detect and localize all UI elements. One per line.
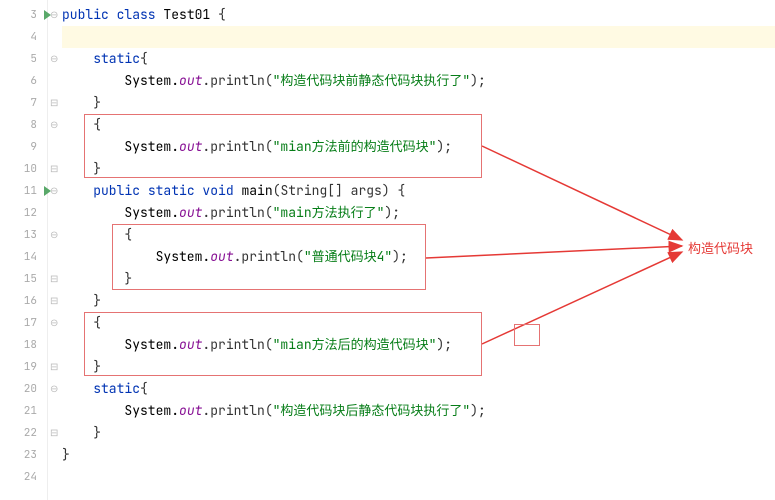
line-number: 20	[0, 378, 47, 400]
fold-icon[interactable]: ⊖	[50, 319, 58, 327]
code-line[interactable]: System.out.println("构造代码块前静态代码块执行了");	[62, 70, 775, 92]
line-number: 22	[0, 422, 47, 444]
code-line[interactable]	[62, 466, 775, 488]
line-number: 7	[0, 92, 47, 114]
code-line[interactable]: System.out.println("main方法执行了");	[62, 202, 775, 224]
line-number: 12	[0, 202, 47, 224]
code-line[interactable]: }	[62, 422, 775, 444]
code-line[interactable]: static{	[62, 48, 775, 70]
code-line[interactable]: System.out.println("mian方法前的构造代码块");	[62, 136, 775, 158]
code-line[interactable]: }	[62, 268, 775, 290]
code-line[interactable]: static{	[62, 378, 775, 400]
fold-column: ⊖ ⊖ ⊟ ⊖ ⊟ ⊖ ⊖ ⊟ ⊟ ⊖ ⊟ ⊖ ⊟	[48, 0, 62, 500]
code-editor[interactable]: 3456789101112131415161718192021222324 ⊖⊖…	[0, 0, 775, 500]
line-number: 10	[0, 158, 47, 180]
fold-icon[interactable]: ⊟	[50, 363, 58, 371]
code-line[interactable]: {	[62, 312, 775, 334]
fold-icon[interactable]: ⊖	[50, 187, 58, 195]
line-number: 11	[0, 180, 47, 202]
line-number: 19	[0, 356, 47, 378]
code-line[interactable]: System.out.println("普通代码块4");	[62, 246, 775, 268]
fold-icon[interactable]: ⊖	[50, 11, 58, 19]
line-number: 6	[0, 70, 47, 92]
fold-icon[interactable]: ⊖	[50, 385, 58, 393]
line-number: 16	[0, 290, 47, 312]
fold-icon[interactable]: ⊖	[50, 55, 58, 63]
line-number: 17	[0, 312, 47, 334]
line-number: 8	[0, 114, 47, 136]
code-line[interactable]: }	[62, 92, 775, 114]
code-line[interactable]: }	[62, 444, 775, 466]
fold-icon[interactable]: ⊖	[50, 121, 58, 129]
line-number: 3	[0, 4, 47, 26]
code-line[interactable]: System.out.println("构造代码块后静态代码块执行了");	[62, 400, 775, 422]
code-line[interactable]	[62, 26, 775, 48]
line-number: 18	[0, 334, 47, 356]
code-line[interactable]: }	[62, 290, 775, 312]
fold-icon[interactable]: ⊟	[50, 297, 58, 305]
line-number: 15	[0, 268, 47, 290]
line-number: 4	[0, 26, 47, 48]
line-number: 21	[0, 400, 47, 422]
fold-icon[interactable]: ⊟	[50, 429, 58, 437]
line-number: 24	[0, 466, 47, 488]
code-line[interactable]: System.out.println("mian方法后的构造代码块");	[62, 334, 775, 356]
code-line[interactable]: public static void main(String[] args) {	[62, 180, 775, 202]
line-number: 14	[0, 246, 47, 268]
code-line[interactable]: }	[62, 158, 775, 180]
fold-icon[interactable]: ⊟	[50, 165, 58, 173]
fold-icon[interactable]: ⊟	[50, 99, 58, 107]
fold-icon[interactable]: ⊖	[50, 231, 58, 239]
code-line[interactable]: {	[62, 114, 775, 136]
fold-icon[interactable]: ⊟	[50, 275, 58, 283]
code-line[interactable]: {	[62, 224, 775, 246]
line-number: 9	[0, 136, 47, 158]
code-line[interactable]: }	[62, 356, 775, 378]
code-line[interactable]: public class Test01 {	[62, 4, 775, 26]
gutter: 3456789101112131415161718192021222324	[0, 0, 48, 500]
line-number: 5	[0, 48, 47, 70]
code-area[interactable]: public class Test01 { static{ System.out…	[62, 0, 775, 500]
line-number: 13	[0, 224, 47, 246]
line-number: 23	[0, 444, 47, 466]
